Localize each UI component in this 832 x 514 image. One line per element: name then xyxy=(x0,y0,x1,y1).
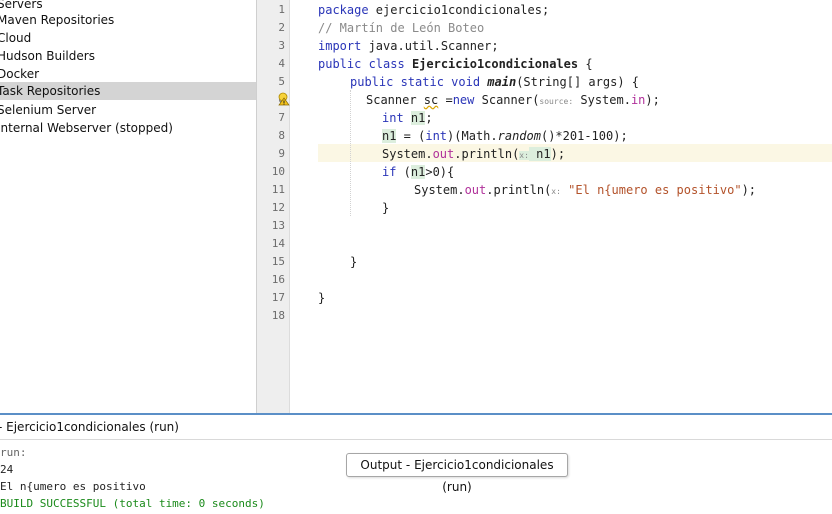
line-number: 9 xyxy=(278,147,285,160)
line-number: 12 xyxy=(271,201,285,214)
line-number: 11 xyxy=(271,183,285,196)
line-number: 10 xyxy=(271,165,285,178)
indent-guide xyxy=(350,90,351,216)
line-number: 16 xyxy=(271,273,285,286)
code-line-5: public static void main(String[] args) { xyxy=(350,75,640,89)
code-line-8: n1 = (int)(Math.random()*201-100); xyxy=(382,129,628,143)
output-tooltip: Output - Ejercicio1condicionales (run) xyxy=(346,453,568,494)
code-line-7: int n1; xyxy=(382,111,433,125)
services-item-cloud[interactable]: Cloud xyxy=(0,29,256,47)
code-line-17: } xyxy=(318,291,326,305)
output-tab[interactable]: - Ejercicio1condicionales (run) xyxy=(0,415,832,440)
code-line-6: Scanner sc =new Scanner(source: System.i… xyxy=(366,93,660,107)
output-line: El n{umero es positivo xyxy=(0,480,146,493)
code-line-1: package ejercicio1condicionales; xyxy=(318,3,550,17)
line-number: 17 xyxy=(271,291,285,304)
line-number: 18 xyxy=(271,309,285,322)
code-line-10: if (n1>0){ xyxy=(382,165,455,179)
code-editor[interactable]: package ejercicio1condicionales; // Mart… xyxy=(290,0,832,413)
line-number: 13 xyxy=(271,219,285,232)
line-number: 2 xyxy=(278,21,285,34)
warning-bulb-icon[interactable] xyxy=(276,92,290,106)
code-line-12: } xyxy=(382,201,390,215)
line-number: 1 xyxy=(278,3,285,16)
output-line: run: xyxy=(0,446,27,459)
line-number: 5 xyxy=(278,75,285,88)
services-item-internal-webserver[interactable]: Internal Webserver (stopped) xyxy=(0,119,256,137)
line-number: 15 xyxy=(271,255,285,268)
services-panel: Servers Maven Repositories Cloud Hudson … xyxy=(0,0,257,413)
line-number: 7 xyxy=(278,111,285,124)
line-number: 3 xyxy=(278,39,285,52)
output-line: 24 xyxy=(0,463,14,476)
code-line-11: System.out.println(x: "El n{umero es pos… xyxy=(414,183,757,197)
line-number: 8 xyxy=(278,129,285,142)
line-number: 4 xyxy=(278,57,285,70)
code-line-3: import java.util.Scanner; xyxy=(318,39,499,53)
code-line-15: } xyxy=(350,255,358,269)
code-line-2: // Martín de León Boteo xyxy=(318,21,485,35)
code-line-9: System.out.println(x: n1); xyxy=(382,147,566,161)
line-number: 14 xyxy=(271,237,285,250)
services-item-docker[interactable]: Docker xyxy=(0,65,256,83)
services-item-task-repositories[interactable]: Task Repositories xyxy=(0,82,256,100)
services-item-hudson-builders[interactable]: Hudson Builders xyxy=(0,47,256,65)
editor-gutter: 1 2 3 4 5 6 7 8 9 10 11 12 13 14 15 16 1… xyxy=(260,0,290,413)
services-item-selenium-server[interactable]: Selenium Server xyxy=(0,101,256,119)
output-console[interactable]: run: 24 El n{umero es positivo BUILD SUC… xyxy=(0,440,832,514)
services-item-maven-repositories[interactable]: Maven Repositories xyxy=(0,11,256,29)
output-line: BUILD SUCCESSFUL (total time: 0 seconds) xyxy=(0,497,265,510)
code-line-4: public class Ejercicio1condicionales { xyxy=(318,57,593,71)
